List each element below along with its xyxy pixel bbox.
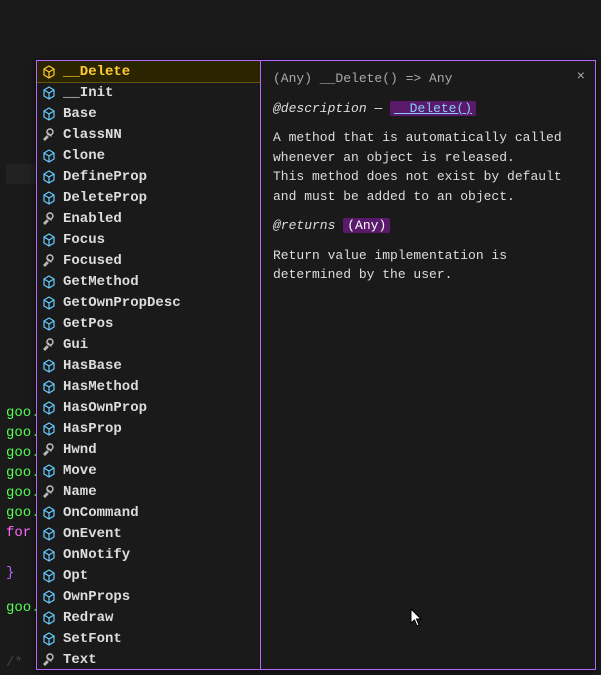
cube-icon (41, 190, 57, 206)
close-icon[interactable]: × (577, 67, 585, 88)
suggestion-label: Name (63, 484, 97, 500)
description-link[interactable]: __Delete() (390, 101, 476, 116)
cube-icon (41, 463, 57, 479)
cube-icon (41, 316, 57, 332)
suggestion-label: OwnProps (63, 589, 130, 605)
suggestion-item[interactable]: DefineProp (37, 166, 260, 187)
signature-text: (Any) __Delete() => Any (273, 69, 583, 89)
description-body: A method that is automatically called wh… (273, 128, 583, 206)
cube-icon (41, 568, 57, 584)
suggestion-item[interactable]: Name (37, 481, 260, 502)
cube-icon (41, 64, 57, 80)
suggestion-label: OnCommand (63, 505, 139, 521)
wrench-icon (41, 211, 57, 227)
cube-icon (41, 610, 57, 626)
suggestion-label: Move (63, 463, 97, 479)
suggestion-label: Focus (63, 232, 105, 248)
suggestion-item[interactable]: GetOwnPropDesc (37, 292, 260, 313)
suggestion-label: Focused (63, 253, 122, 269)
suggestion-label: HasProp (63, 421, 122, 437)
dash: — (374, 101, 382, 116)
suggestion-label: Clone (63, 148, 105, 164)
cube-icon (41, 400, 57, 416)
suggestion-label: GetOwnPropDesc (63, 295, 181, 311)
suggestion-label: DeleteProp (63, 190, 147, 206)
cube-icon (41, 232, 57, 248)
suggestion-item[interactable]: Text (37, 649, 260, 669)
cube-icon (41, 358, 57, 374)
suggestion-label: HasOwnProp (63, 400, 147, 416)
suggestion-label: GetMethod (63, 274, 139, 290)
returns-type: (Any) (343, 218, 390, 233)
wrench-icon (41, 652, 57, 668)
suggestion-item[interactable]: Focused (37, 250, 260, 271)
suggestion-label: Opt (63, 568, 88, 584)
suggestion-item[interactable]: Enabled (37, 208, 260, 229)
suggestion-item[interactable]: Hwnd (37, 439, 260, 460)
cube-icon (41, 148, 57, 164)
cube-icon (41, 106, 57, 122)
suggestion-item[interactable]: HasOwnProp (37, 397, 260, 418)
suggestion-item[interactable]: GetMethod (37, 271, 260, 292)
autocomplete-popup: __Delete __Init Base ClassNN Clone DefineProp… (36, 60, 596, 670)
suggestion-item[interactable]: HasMethod (37, 376, 260, 397)
cube-icon (41, 274, 57, 290)
suggestion-item[interactable]: DeleteProp (37, 187, 260, 208)
cube-icon (41, 526, 57, 542)
suggestion-label: ClassNN (63, 127, 122, 143)
wrench-icon (41, 484, 57, 500)
suggestion-item[interactable]: Base (37, 103, 260, 124)
suggestion-item[interactable]: HasBase (37, 355, 260, 376)
cube-icon (41, 85, 57, 101)
suggestion-item[interactable]: Focus (37, 229, 260, 250)
returns-tag: @returns (273, 218, 335, 233)
suggestion-item[interactable]: HasProp (37, 418, 260, 439)
suggestion-label: DefineProp (63, 169, 147, 185)
suggestion-item[interactable]: OnCommand (37, 502, 260, 523)
suggestion-label: Base (63, 106, 97, 122)
suggestion-label: Redraw (63, 610, 113, 626)
cube-icon (41, 169, 57, 185)
wrench-icon (41, 127, 57, 143)
suggestion-item[interactable]: __Init (37, 82, 260, 103)
suggestion-label: __Init (63, 85, 113, 101)
suggestion-item[interactable]: GetPos (37, 313, 260, 334)
cube-icon (41, 505, 57, 521)
suggestion-item[interactable]: Move (37, 460, 260, 481)
suggestion-label: OnEvent (63, 526, 122, 542)
suggestion-list[interactable]: __Delete __Init Base ClassNN Clone DefineProp… (37, 61, 261, 669)
suggestion-label: Enabled (63, 211, 122, 227)
wrench-icon (41, 337, 57, 353)
cube-icon (41, 421, 57, 437)
wrench-icon (41, 253, 57, 269)
cube-icon (41, 631, 57, 647)
suggestion-item[interactable]: Redraw (37, 607, 260, 628)
cube-icon (41, 379, 57, 395)
suggestion-label: Hwnd (63, 442, 97, 458)
suggestion-label: GetPos (63, 316, 113, 332)
suggestion-item[interactable]: ClassNN (37, 124, 260, 145)
suggestion-label: Gui (63, 337, 88, 353)
suggestion-label: __Delete (63, 64, 130, 80)
suggestion-item[interactable]: Gui (37, 334, 260, 355)
returns-body: Return value implementation is determine… (273, 246, 583, 285)
suggestion-label: HasMethod (63, 379, 139, 395)
documentation-panel: × (Any) __Delete() => Any @description —… (261, 61, 595, 669)
suggestion-label: SetFont (63, 631, 122, 647)
cube-icon (41, 589, 57, 605)
description-tag: @description (273, 101, 367, 116)
suggestion-item[interactable]: OnEvent (37, 523, 260, 544)
suggestion-item[interactable]: SetFont (37, 628, 260, 649)
cube-icon (41, 295, 57, 311)
suggestion-item[interactable]: __Delete (37, 61, 260, 82)
suggestion-item[interactable]: Opt (37, 565, 260, 586)
suggestion-item[interactable]: Clone (37, 145, 260, 166)
suggestion-item[interactable]: OwnProps (37, 586, 260, 607)
suggestion-label: Text (63, 652, 97, 668)
suggestion-label: OnNotify (63, 547, 130, 563)
cube-icon (41, 547, 57, 563)
suggestion-label: HasBase (63, 358, 122, 374)
wrench-icon (41, 442, 57, 458)
suggestion-item[interactable]: OnNotify (37, 544, 260, 565)
